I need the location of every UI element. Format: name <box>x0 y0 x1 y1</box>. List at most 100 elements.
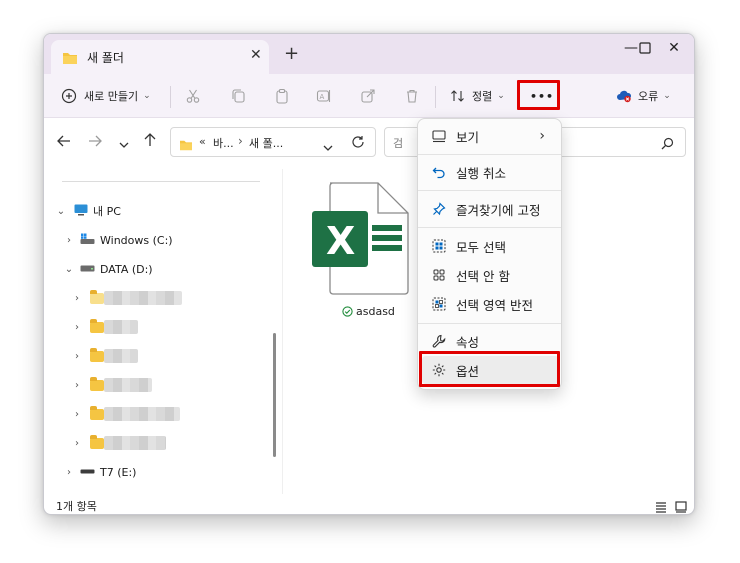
pin-icon <box>426 202 452 216</box>
menu-item-label: 보기 <box>456 129 480 145</box>
forward-button[interactable] <box>88 133 102 151</box>
blurred-folder-name <box>104 378 152 392</box>
trash-icon <box>407 89 417 103</box>
breadcrumb-item[interactable]: 새 폴... <box>249 135 283 151</box>
sidebar-item-drive-c[interactable]: › Windows (C:) <box>62 230 173 250</box>
chevron-right-icon[interactable]: › <box>70 380 84 391</box>
menu-item-label: 선택 영역 반전 <box>456 297 533 313</box>
folder-icon <box>179 136 193 155</box>
folder-icon <box>90 318 104 333</box>
address-overflow[interactable]: « <box>199 135 206 148</box>
file-explorer-window: 새 폴더 ✕ + — ✕ 새로 만들기 ⌄ A 정렬 ⌄ ••• 오류 ⌄ « … <box>43 33 695 515</box>
sidebar-folder-item[interactable]: › <box>70 433 166 453</box>
item-count: 1개 항목 <box>56 500 97 513</box>
sort-label: 정렬 <box>472 90 493 103</box>
breadcrumb-separator: › <box>238 134 243 148</box>
sidebar-item-label: DATA (D:) <box>100 262 153 276</box>
tab-close-icon[interactable]: ✕ <box>250 47 262 63</box>
file-name-row[interactable]: asdasd <box>342 305 395 318</box>
folder-icon <box>90 347 104 362</box>
chevron-right-icon[interactable]: › <box>70 409 84 420</box>
back-button[interactable] <box>57 133 71 151</box>
scissors-icon <box>186 89 200 103</box>
toolbar-divider <box>435 86 436 108</box>
sync-check-icon <box>342 306 353 317</box>
select-all-icon <box>426 239 452 253</box>
menu-item-undo[interactable]: 실행 취소 <box>422 158 559 186</box>
folder-icon <box>62 50 78 69</box>
address-bar[interactable]: « 바... › 새 폴... <box>170 127 376 157</box>
sidebar-folder-item[interactable]: › <box>70 288 182 308</box>
sidebar-folder-item[interactable]: › <box>70 317 138 337</box>
excel-file-icon <box>312 182 409 295</box>
recent-locations-button[interactable] <box>119 135 129 153</box>
svg-text:A: A <box>320 93 325 101</box>
share-icon <box>361 89 375 103</box>
sidebar-item-drive-d[interactable]: ⌄ DATA (D:) <box>62 259 153 279</box>
undo-icon <box>426 166 452 179</box>
maximize-button[interactable] <box>615 40 651 56</box>
windows-drive-icon <box>80 233 95 248</box>
cut-button[interactable] <box>185 85 201 107</box>
chevron-right-icon[interactable]: › <box>62 235 76 246</box>
chevron-right-icon[interactable]: › <box>62 467 76 478</box>
arrow-right-icon <box>89 135 102 147</box>
toolbar-divider <box>170 86 171 108</box>
select-none-icon <box>426 268 452 282</box>
menu-item-view[interactable]: 보기 › <box>422 122 559 150</box>
chevron-down-icon[interactable]: ⌄ <box>62 264 76 275</box>
computer-icon <box>74 204 88 219</box>
menu-item-pin[interactable]: 즐겨찾기에 고정 <box>422 195 559 223</box>
menu-divider <box>418 227 561 228</box>
menu-item-select-all[interactable]: 모두 선택 <box>422 232 559 260</box>
sidebar-folder-item[interactable]: › <box>70 346 138 366</box>
address-dropdown-icon[interactable] <box>323 137 333 156</box>
delete-button[interactable] <box>404 85 420 107</box>
tiles-view-icon[interactable] <box>675 498 687 514</box>
search-icon[interactable] <box>661 135 674 154</box>
folder-icon <box>90 434 104 449</box>
refresh-icon[interactable] <box>351 134 365 153</box>
more-options-menu: 보기 › 실행 취소 즐겨찾기에 고정 모두 선택 선택 안 함 선택 영역 반… <box>417 118 562 390</box>
share-button[interactable] <box>360 85 376 107</box>
copy-button[interactable] <box>230 85 246 107</box>
sort-button[interactable]: 정렬 ⌄ <box>450 85 505 107</box>
menu-item-label: 즐겨찾기에 고정 <box>456 202 541 218</box>
close-window-button[interactable]: ✕ <box>659 40 689 56</box>
sidebar-divider <box>62 181 260 182</box>
up-button[interactable] <box>144 133 156 151</box>
menu-item-invert-selection[interactable]: 선택 영역 반전 <box>422 290 559 318</box>
chevron-right-icon[interactable]: › <box>70 438 84 449</box>
chevron-down-icon: ⌄ <box>663 91 671 101</box>
sidebar-item-drive-e[interactable]: › T7 (E:) <box>62 462 136 482</box>
new-button[interactable]: 새로 만들기 ⌄ <box>61 85 151 107</box>
sync-status-button[interactable]: 오류 ⌄ <box>616 85 671 107</box>
menu-item-label: 실행 취소 <box>456 165 506 181</box>
rename-icon: A <box>316 90 331 102</box>
sidebar-item-label: T7 (E:) <box>100 465 137 479</box>
chevron-right-icon[interactable]: › <box>70 293 84 304</box>
chevron-right-icon[interactable]: › <box>70 351 84 362</box>
properties-icon <box>426 334 452 348</box>
rename-button[interactable]: A <box>316 85 332 107</box>
menu-item-select-none[interactable]: 선택 안 함 <box>422 261 559 289</box>
menu-item-label: 모두 선택 <box>456 239 506 255</box>
tab-new-folder[interactable]: 새 폴더 ✕ <box>51 40 269 74</box>
blurred-folder-name <box>104 436 166 450</box>
breadcrumb-item[interactable]: 바... <box>213 135 234 151</box>
paste-button[interactable] <box>274 85 290 107</box>
menu-divider <box>418 323 561 324</box>
folder-icon <box>90 405 104 420</box>
sidebar-folder-item[interactable]: › <box>70 375 152 395</box>
chevron-right-icon[interactable]: › <box>70 322 84 333</box>
new-tab-button[interactable]: + <box>284 45 299 63</box>
details-view-icon[interactable] <box>655 498 667 514</box>
invert-selection-icon <box>426 297 452 311</box>
new-button-label: 새로 만들기 <box>84 90 139 103</box>
drive-icon <box>80 466 95 479</box>
pane-divider <box>282 169 283 494</box>
chevron-down-icon[interactable]: ⌄ <box>54 206 68 217</box>
sidebar-folder-item[interactable]: › <box>70 404 180 424</box>
sidebar-item-this-pc[interactable]: ⌄ 내 PC <box>54 201 121 221</box>
sidebar-scrollbar[interactable] <box>273 333 276 457</box>
